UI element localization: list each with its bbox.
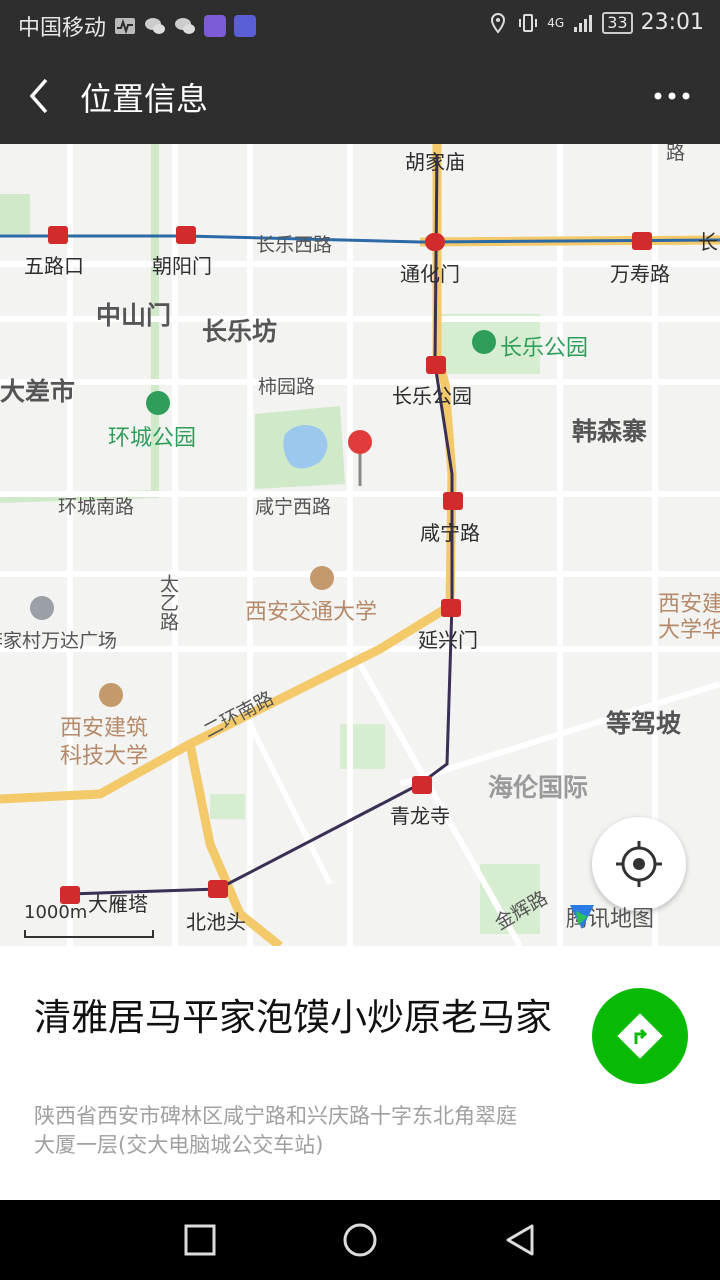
map-label: 长乐坊 (202, 317, 278, 346)
navigation-route-icon (617, 1013, 663, 1059)
shield-app-icon (234, 15, 257, 37)
page-title: 位置信息 (80, 80, 209, 118)
map-label: 青龙寺 (390, 804, 450, 828)
map-label: 朝阳门 (152, 254, 212, 278)
map-label: 长乐西路 (256, 234, 333, 256)
map-label: 路 (666, 144, 686, 164)
back-button[interactable] (22, 74, 62, 118)
status-bar: 中国移动 4G 33 23:01 (0, 0, 720, 48)
wechat-icon (145, 18, 166, 34)
university-poi-icon (99, 683, 123, 707)
circle-icon (343, 1223, 377, 1257)
map-label: 长乐公园 (500, 336, 589, 361)
status-right: 4G 33 23:01 (487, 10, 704, 35)
navigate-button[interactable] (592, 988, 688, 1084)
crosshair-icon (616, 841, 662, 887)
map-label: 李家村万达广场 (0, 630, 118, 652)
map-label: 咸宁西路 (255, 496, 332, 518)
tencent-map-logo-icon (570, 905, 594, 929)
more-button[interactable] (648, 84, 696, 108)
map-label: 韩森寨 (572, 417, 648, 446)
map-label: 通化门 (400, 262, 460, 286)
map-label: 长 (698, 230, 718, 254)
map-label: 海伦国际 (488, 773, 589, 802)
map-label: 延兴门 (418, 628, 478, 652)
place-name: 清雅居马平家泡馍小炒原老马家 (34, 996, 552, 1039)
map-label: 大雁塔 (88, 892, 148, 916)
map-label: 柿园路 (258, 376, 316, 398)
park-area (0, 194, 30, 234)
status-left: 中国移动 (18, 10, 257, 42)
place-info-panel: 清雅居马平家泡馍小炒原老马家 陕西省西安市碑林区咸宁路和兴庆路十字东北角翠庭大厦… (0, 946, 720, 1200)
activity-icon (115, 18, 136, 35)
scale-bar (24, 930, 154, 938)
map-brand: 腾讯地图 (566, 901, 654, 933)
park-poi-icon (472, 330, 496, 354)
mall-poi-icon (30, 596, 54, 620)
map-label: 中山门 (96, 301, 172, 330)
message-app-icon (204, 15, 227, 37)
location-icon (491, 12, 506, 34)
park-poi-icon (146, 391, 170, 415)
park-area (210, 794, 245, 819)
park-area (340, 724, 385, 769)
map-label: 万寿路 (610, 262, 670, 286)
map-label: 环城公园 (108, 426, 197, 451)
map-label: 太乙路 (157, 574, 179, 631)
vibrate-icon (519, 13, 538, 32)
map-label: 胡家庙 (405, 150, 465, 174)
scale-label: 1000m (24, 902, 88, 923)
map-label: 科技大学 (60, 744, 149, 769)
map-label: 长乐公园 (392, 384, 472, 408)
carrier-label: 中国移动 (18, 16, 107, 41)
nav-back-button[interactable] (500, 1222, 540, 1258)
battery-indicator: 33 (602, 11, 633, 34)
more-dots-icon (654, 92, 690, 100)
recent-apps-button[interactable] (180, 1222, 220, 1258)
map-label: 北池头 (186, 910, 246, 934)
system-nav-bar (0, 1200, 720, 1280)
signal-icon (574, 14, 593, 32)
place-address: 陕西省西安市碑林区咸宁路和兴庆路十字东北角翠庭大厦一层(交大电脑城公交车站) (34, 1104, 517, 1157)
triangle-back-icon (506, 1224, 534, 1256)
map-label: 五路口 (24, 254, 84, 278)
home-button[interactable] (340, 1222, 380, 1258)
map-label: 咸宁路 (420, 521, 480, 545)
map-view[interactable]: 胡家庙 五路口 朝阳门 长乐西路 通化门 万寿路 中山门 长乐坊 长乐公园 大差… (0, 144, 720, 946)
map-label: 大差市 (0, 377, 76, 406)
chevron-left-icon (29, 78, 48, 114)
wechat-icon-2 (175, 18, 196, 34)
map-label: 大学华 (658, 618, 720, 643)
clock: 23:01 (640, 10, 704, 35)
map-label: 环城南路 (58, 496, 135, 518)
map-label: 等驾坡 (606, 709, 682, 738)
my-location-button[interactable] (592, 817, 686, 911)
map-label: 西安交通大学 (245, 600, 378, 625)
university-poi-icon (310, 566, 334, 590)
title-bar: 位置信息 (0, 48, 720, 144)
square-icon (184, 1224, 216, 1256)
network-label: 4G (547, 15, 565, 30)
